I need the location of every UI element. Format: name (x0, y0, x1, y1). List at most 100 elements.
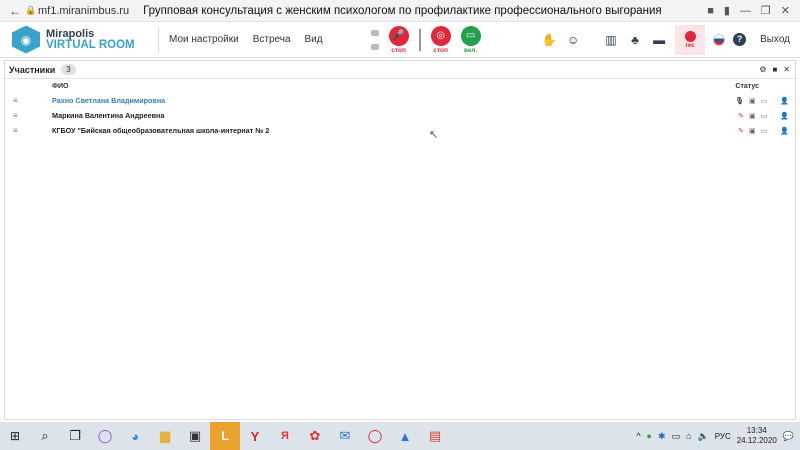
task-view-icon[interactable]: ❐ (60, 422, 90, 450)
participant-name: Рахно Светлана Владимировна (52, 96, 166, 105)
clock-time: 13:34 (746, 426, 767, 435)
windows-start-icon[interactable]: ⊞ (0, 422, 30, 450)
microphone-off-icon: ✎ (738, 127, 745, 135)
user-icon[interactable]: 👤 (780, 97, 789, 105)
participant-status: ✎ ▣ ▭ 👤 (738, 112, 789, 120)
people-icon[interactable]: ✿ (300, 422, 330, 450)
mic-indicator-icon: ▮ (723, 5, 730, 17)
opera-icon[interactable]: ◯ (360, 422, 390, 450)
lock-icon: 🔒 (25, 5, 37, 15)
mirapolis-logo: ◉ Mirapolis VIRTUAL ROOM (12, 25, 152, 54)
participant-status: 🎙 ▣ ▭ 👤 (735, 97, 789, 105)
clock-date: 24.12.2020 (736, 436, 777, 445)
panel-controls: ⚙ ■ ✕ (759, 65, 795, 74)
exit-button[interactable]: Выход (760, 34, 790, 45)
file-explorer-icon[interactable]: ▆ (150, 422, 180, 450)
header-right-tools: ✋ ☺ ▥ ♣ ▬ rec ? Выход (541, 24, 800, 55)
header-divider (158, 26, 159, 53)
screen-status-icon: ▭ (760, 112, 768, 120)
screen-status-icon: ▭ (760, 97, 768, 105)
help-icon[interactable]: ? (733, 33, 747, 46)
yandex-icon[interactable]: Я (270, 422, 300, 450)
microphone-off-icon: ✎ (738, 112, 745, 120)
participants-header: Участники 3 ⚙ ■ ✕ (5, 61, 795, 79)
language-indicator[interactable]: РУС (715, 432, 731, 441)
network-icon[interactable]: ♣ (627, 33, 643, 47)
camera-button-label: стоп (433, 46, 448, 54)
menu-view[interactable]: Вид (305, 34, 323, 45)
participant-status: ✎ ▣ ▭ 👤 (738, 127, 789, 135)
network-icon[interactable]: ⌂ (686, 431, 691, 441)
maximize-panel-icon[interactable]: ■ (772, 65, 777, 74)
edge-browser-icon[interactable]: ◕ (120, 422, 150, 450)
column-name-header: ФИО (52, 82, 69, 90)
mail-icon[interactable]: ✉ (330, 422, 360, 450)
volume-slider[interactable] (418, 28, 421, 51)
search-icon[interactable]: ⌕ (30, 422, 60, 450)
camera-off-icon: ▣ (749, 112, 756, 120)
main-menu: Мои настройки Встреча Вид (169, 34, 323, 45)
l-app-icon[interactable]: L (210, 422, 240, 450)
monitor-icon: ▭ (460, 25, 481, 46)
participant-name: КГБОУ "Бийская общеобразовательная школа… (52, 126, 270, 135)
system-tray: ^ ● ✱ ▭ ⌂ 🔈 РУС 13:34 24.12.2020 💬 (636, 426, 800, 446)
powerpoint-icon[interactable]: ▤ (420, 422, 450, 450)
logo-line2: VIRTUAL ROOM (46, 38, 135, 51)
app-header: ◉ Mirapolis VIRTUAL ROOM Мои настройки В… (0, 22, 800, 58)
mic-button[interactable]: 🎤 стоп (388, 25, 409, 54)
participant-name: Маркина Валентина Андреевна (52, 111, 165, 120)
volume-icon[interactable]: 🔈 (697, 431, 708, 442)
screen-share-button[interactable]: ▭ вкл. (460, 25, 481, 54)
store-icon[interactable]: ▣ (180, 422, 210, 450)
settings-gear-icon[interactable]: ⚙ (759, 65, 766, 74)
back-arrow-icon[interactable]: ← (6, 4, 24, 18)
minimize-icon[interactable]: — (740, 5, 751, 17)
user-icon[interactable]: 👤 (780, 112, 789, 120)
chevron-up-icon[interactable]: ^ (636, 431, 640, 441)
record-button[interactable]: rec (675, 24, 706, 55)
alice-assistant-icon[interactable]: ◯ (90, 422, 120, 450)
microphone-icon: 🎙 (735, 97, 745, 105)
raise-hand-icon[interactable]: ✋ (541, 33, 557, 47)
tray-display-icon[interactable]: ▭ (672, 431, 681, 442)
windows-taskbar: ⊞ ⌕ ❐ ◯ ◕ ▆ ▣ L Y Я ✿ ✉ ◯ ▲ ▤ ^ ● ✱ ▭ ⌂ … (0, 422, 800, 450)
camera-indicator-icon: ■ (707, 4, 714, 17)
tray-app-icon[interactable]: ● (647, 431, 652, 441)
notifications-icon[interactable]: 💬 (783, 431, 794, 442)
mic-button-label: стоп (391, 46, 406, 54)
clock[interactable]: 13:34 24.12.2020 (737, 426, 777, 446)
menu-my-settings[interactable]: Мои настройки (169, 34, 239, 45)
menu-meeting[interactable]: Встреча (253, 34, 291, 45)
participant-row[interactable]: ≡ Маркина Валентина Андреевна ✎ ▣ ▭ 👤 (5, 108, 795, 123)
user-icon[interactable]: 👤 (780, 127, 789, 135)
record-icon (684, 30, 696, 42)
camera-icon: ◎ (430, 25, 451, 46)
camera-button[interactable]: ◎ стоп (430, 25, 451, 54)
page-title: Групповая консультация с женским психоло… (143, 4, 663, 17)
maximize-icon[interactable]: ❐ (761, 4, 771, 17)
participant-row[interactable]: ≡ Рахно Светлана Владимировна 🎙 ▣ ▭ 👤 (5, 93, 795, 108)
russian-flag-icon[interactable] (713, 33, 726, 46)
folder-icon[interactable]: ▬ (651, 33, 667, 47)
url-text[interactable]: mf1.miranimbus.ru (38, 5, 129, 17)
photos-icon[interactable]: ▲ (390, 422, 420, 450)
media-controls: 🎤 стоп ◎ стоп ▭ вкл. (370, 25, 481, 54)
poll-chart-icon[interactable]: ▥ (603, 33, 619, 47)
close-panel-icon[interactable]: ✕ (783, 65, 790, 74)
mic-toggle[interactable] (370, 29, 379, 50)
close-icon[interactable]: ✕ (781, 4, 790, 17)
record-label: rec (685, 42, 695, 49)
yandex-browser-icon[interactable]: Y (240, 422, 270, 450)
bluetooth-icon[interactable]: ✱ (658, 431, 666, 442)
participants-title: Участники (9, 64, 56, 75)
window-controls: ■ ▮ — ❐ ✕ (707, 4, 800, 18)
browser-chrome: ← 🔒 mf1.miranimbus.ru Групповая консульт… (0, 0, 800, 22)
participant-row[interactable]: ≡ КГБОУ "Бийская общеобразовательная шко… (5, 123, 795, 138)
participants-panel: Участники 3 ⚙ ■ ✕ ФИО Статус ≡ Рахно Све… (4, 60, 796, 420)
column-status-header: Статус (735, 82, 759, 90)
drag-handle-icon[interactable]: ≡ (13, 96, 18, 105)
emoji-icon[interactable]: ☺ (565, 33, 581, 47)
drag-handle-icon[interactable]: ≡ (13, 111, 18, 120)
screen-share-label: вкл. (463, 46, 478, 54)
drag-handle-icon[interactable]: ≡ (13, 126, 18, 135)
